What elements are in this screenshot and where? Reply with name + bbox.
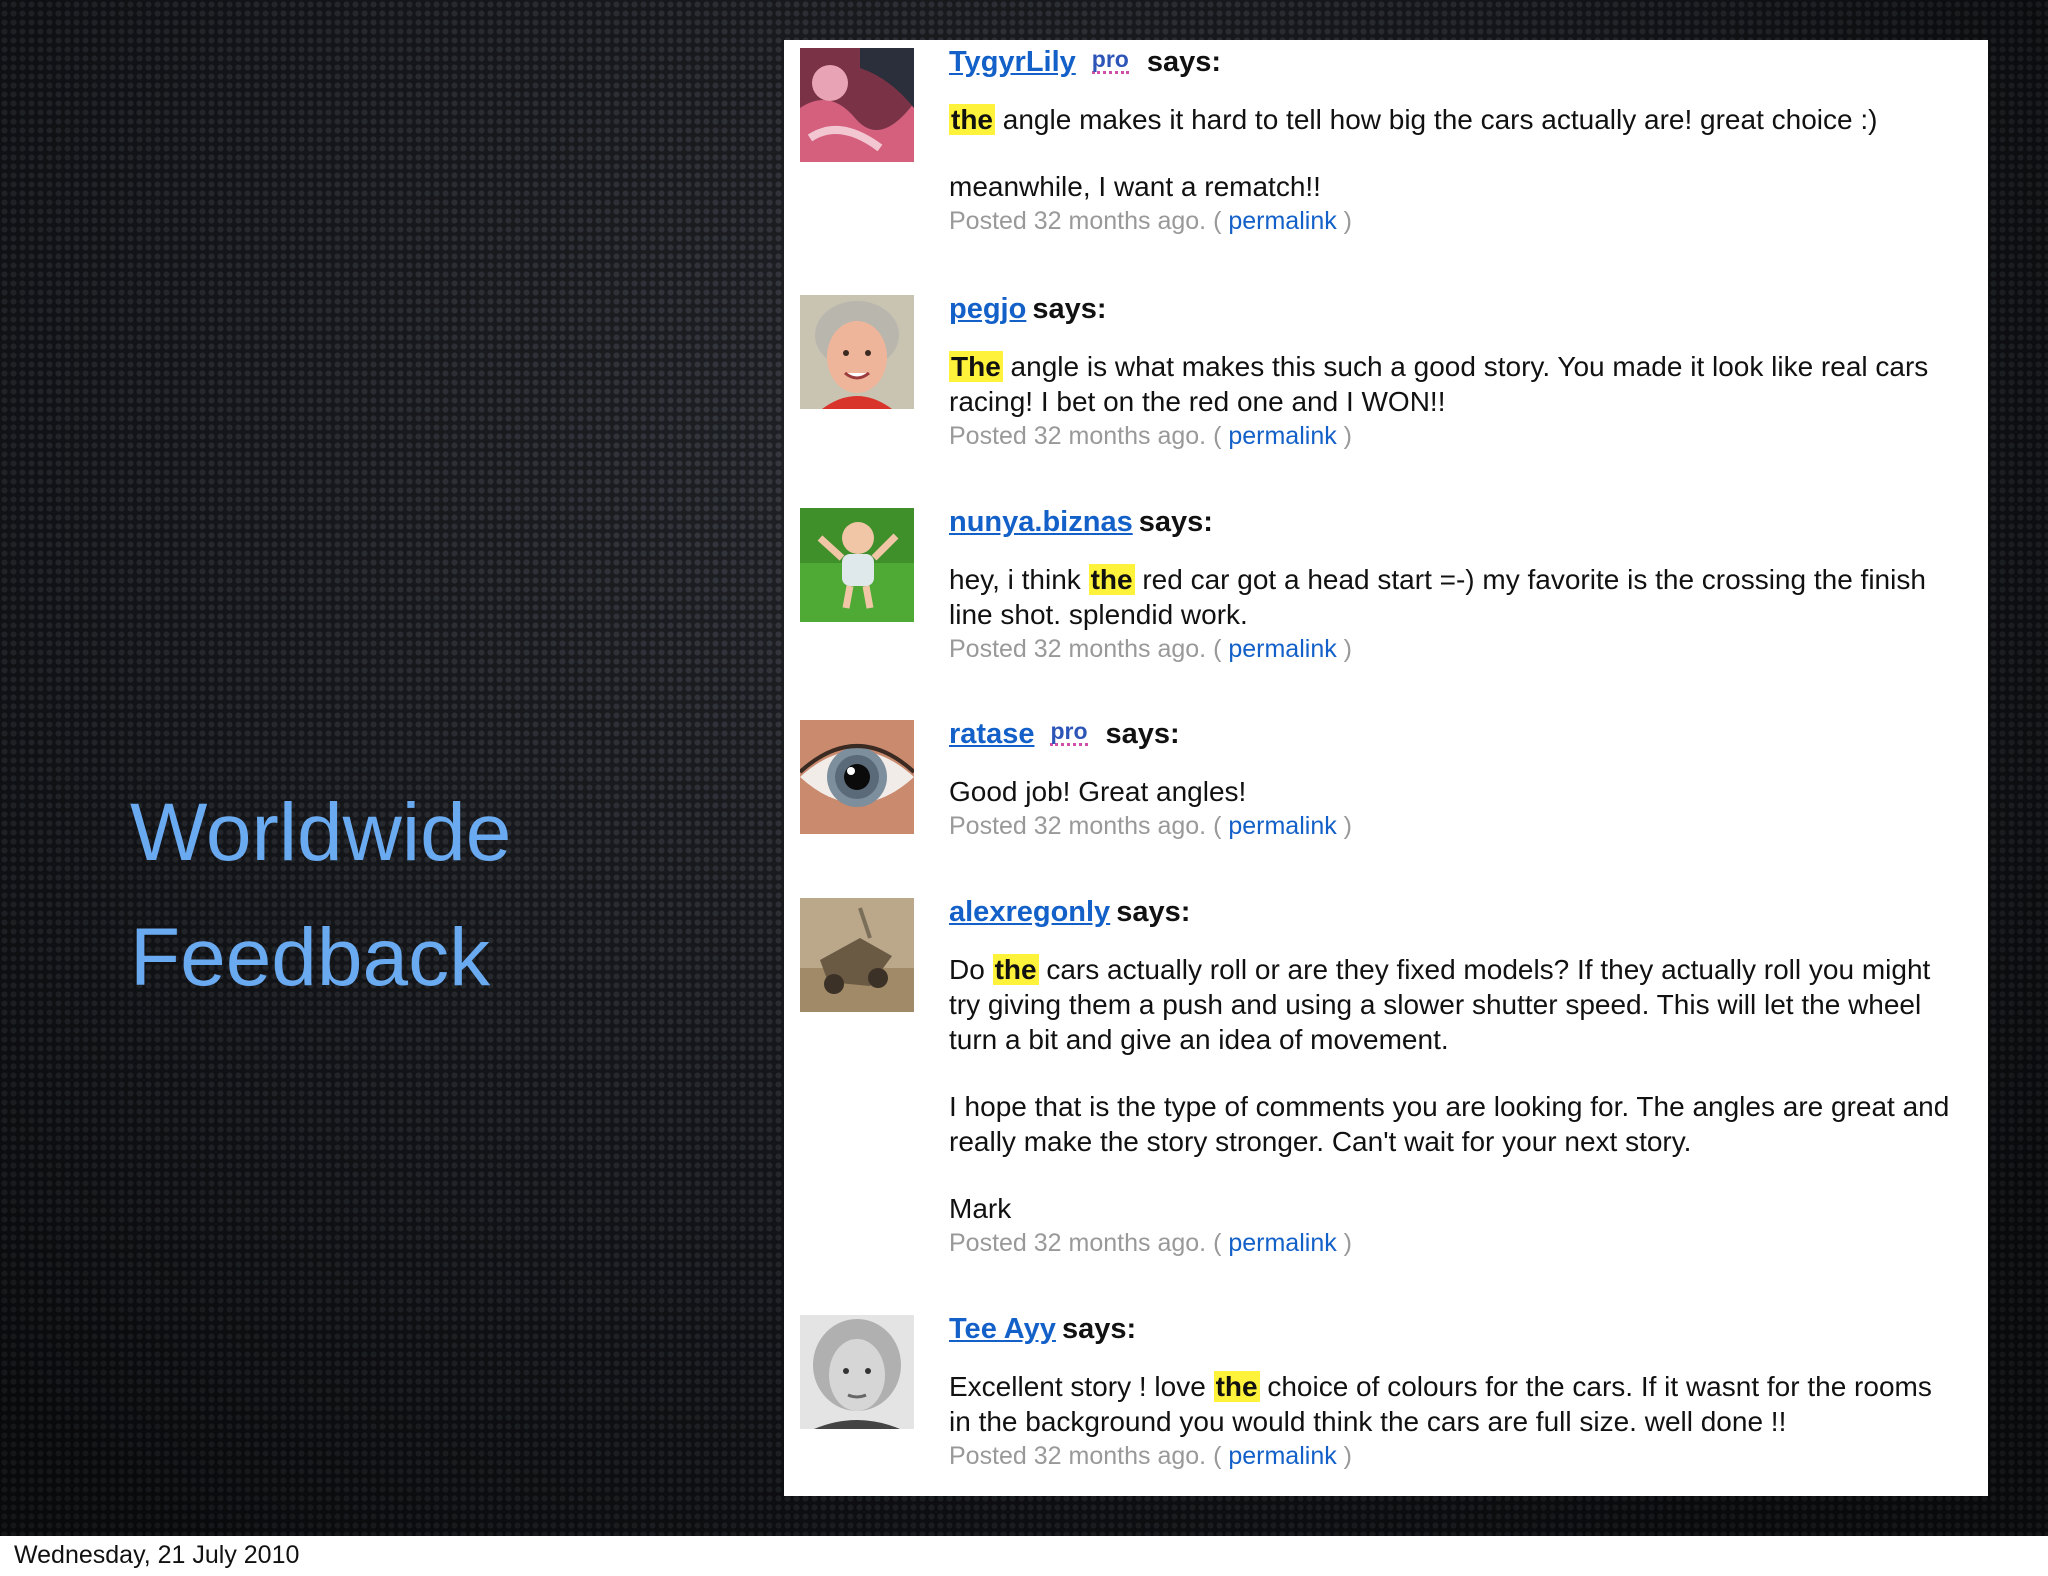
comment-text-before: Do (949, 954, 993, 985)
comment-text-after: angle makes it hard to tell how big the … (995, 104, 1878, 135)
comment-text-before: I hope that is the type of comments you … (949, 1091, 1950, 1157)
comment-header: nunya.biznas says: (949, 502, 1959, 542)
posted-time: Posted 32 months ago. ( (949, 635, 1222, 663)
says-label: says: (1116, 896, 1191, 928)
username-link[interactable]: Tee Ayy (949, 1313, 1056, 1345)
meta-close-paren: ) (1343, 635, 1352, 663)
meta-close-paren: ) (1343, 207, 1352, 235)
comment-text: hey, i think the red car got a head star… (949, 562, 1959, 632)
comment-header: alexregonly says: (949, 892, 1959, 932)
comment-text-after: angle is what makes this such a good sto… (949, 351, 1929, 417)
says-label: says: (1061, 1313, 1137, 1345)
highlighted-word: the (1213, 1371, 1260, 1402)
permalink-link[interactable]: permalink (1228, 207, 1336, 235)
comment-text-before: Good job! Great angles! (949, 776, 1247, 807)
slide-title: Worldwide Feedback (130, 770, 630, 1020)
avatar[interactable] (800, 295, 914, 409)
avatar-photo-icon (800, 1315, 914, 1429)
avatar-photo-icon (800, 295, 914, 409)
avatar-photo-icon (800, 508, 914, 622)
permalink-link[interactable]: permalink (1228, 422, 1336, 450)
pro-badge[interactable]: pro (1091, 47, 1129, 74)
post-meta: Posted 32 months ago. ( permalink ) (949, 419, 1959, 453)
avatar[interactable] (800, 720, 914, 834)
says-label: says: (1105, 718, 1180, 750)
permalink-link[interactable]: permalink (1228, 635, 1336, 663)
meta-close-paren: ) (1343, 812, 1352, 840)
highlighted-word: the (949, 104, 995, 135)
says-label: says: (1146, 46, 1222, 78)
comment-text-before: hey, i think (949, 564, 1089, 595)
comment-text: Mark (949, 1191, 1959, 1226)
comment-text: Do the cars actually roll or are they fi… (949, 952, 1959, 1057)
posted-time: Posted 32 months ago. ( (949, 812, 1222, 840)
slide-title-line-2: Feedback (130, 912, 491, 1003)
highlighted-word: The (949, 351, 1003, 382)
avatar-photo-icon (800, 48, 914, 162)
comment-text-before: Excellent story ! love (949, 1371, 1214, 1402)
posted-time: Posted 32 months ago. ( (949, 1229, 1222, 1257)
comment-text: the angle makes it hard to tell how big … (949, 102, 1959, 137)
posted-time: Posted 32 months ago. ( (949, 422, 1222, 450)
comment-text-before: meanwhile, I want a rematch!! (949, 171, 1321, 202)
comment-text: Excellent story ! love the choice of col… (949, 1369, 1959, 1439)
avatar-photo-icon (800, 898, 914, 1012)
comment-header: pegjo says: (949, 289, 1959, 329)
comment-text: I hope that is the type of comments you … (949, 1089, 1959, 1159)
permalink-link[interactable]: permalink (1228, 812, 1336, 840)
permalink-link[interactable]: permalink (1228, 1229, 1336, 1257)
meta-close-paren: ) (1343, 1229, 1352, 1257)
avatar[interactable] (800, 1315, 914, 1429)
says-label: says: (1032, 293, 1107, 325)
highlighted-word: the (1088, 564, 1135, 595)
posted-time: Posted 32 months ago. ( (949, 1442, 1222, 1470)
comment-header: Tee Ayy says: (949, 1309, 1959, 1349)
username-link[interactable]: alexregonly (949, 896, 1110, 928)
avatar[interactable] (800, 48, 914, 162)
avatar[interactable] (800, 508, 914, 622)
pro-badge[interactable]: pro (1050, 719, 1088, 746)
avatar-eye-icon (800, 720, 914, 834)
post-meta: Posted 32 months ago. ( permalink ) (949, 204, 1959, 238)
comment-text-before: Mark (949, 1193, 1012, 1224)
permalink-link[interactable]: permalink (1228, 1442, 1336, 1470)
comment-text: The angle is what makes this such a good… (949, 349, 1959, 419)
highlighted-word: the (992, 954, 1039, 985)
username-link[interactable]: TygyrLily (949, 46, 1076, 78)
slide-background: Worldwide Feedback TygyrLily pro says: the… (0, 0, 2048, 1536)
post-meta: Posted 32 months ago. ( permalink ) (949, 1439, 1959, 1473)
username-link[interactable]: ratase (949, 718, 1034, 750)
comments-screenshot-panel: TygyrLily pro says: the angle makes it har… (784, 40, 1988, 1496)
post-meta: Posted 32 months ago. ( permalink ) (949, 809, 1959, 843)
comment-header: TygyrLily pro says: (949, 42, 1959, 82)
username-link[interactable]: nunya.biznas (949, 506, 1133, 538)
username-link[interactable]: pegjo (949, 293, 1026, 325)
posted-time: Posted 32 months ago. ( (949, 207, 1222, 235)
comment-header: ratase pro says: (949, 714, 1959, 754)
comment-text: Good job! Great angles! (949, 774, 1959, 809)
comment-text-after: cars actually roll or are they fixed mod… (949, 954, 1931, 1055)
meta-close-paren: ) (1343, 422, 1352, 450)
post-meta: Posted 32 months ago. ( permalink ) (949, 1226, 1959, 1260)
footer-date: Wednesday, 21 July 2010 (14, 1541, 300, 1569)
slide-title-line-1: Worldwide (130, 787, 512, 878)
post-meta: Posted 32 months ago. ( permalink ) (949, 632, 1959, 666)
comment-text: meanwhile, I want a rematch!! (949, 169, 1959, 204)
avatar[interactable] (800, 898, 914, 1012)
meta-close-paren: ) (1343, 1442, 1352, 1470)
says-label: says: (1138, 506, 1213, 538)
